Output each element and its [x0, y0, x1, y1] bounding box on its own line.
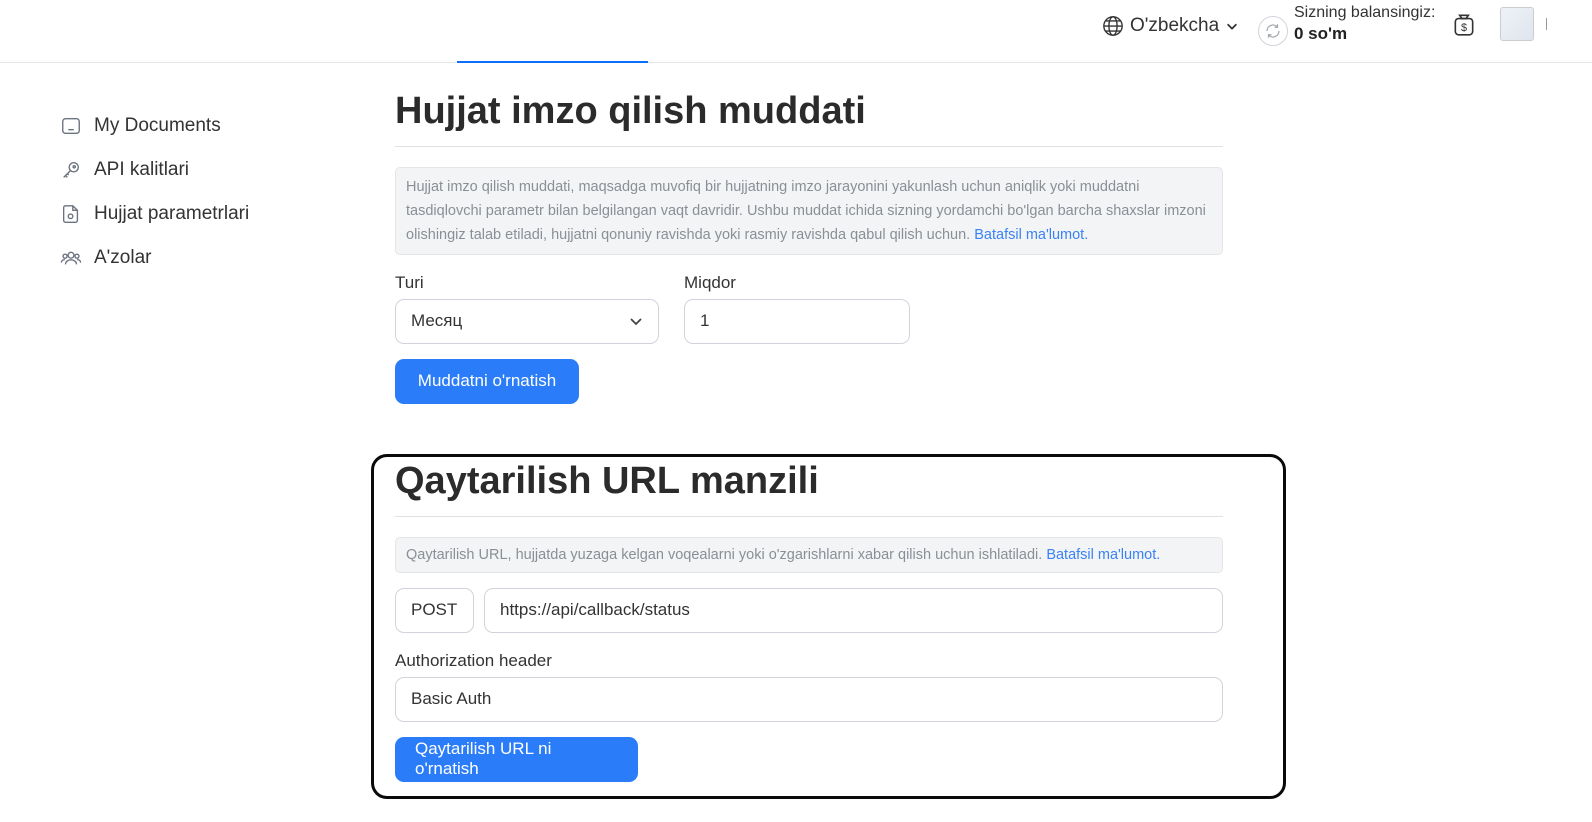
sidebar: My Documents API kalitlari Hujjat parame… [60, 104, 320, 280]
sidebar-item-label: A'zolar [94, 247, 152, 268]
balance-label: Sizning balansingiz: [1294, 4, 1436, 21]
sidebar-item-label: My Documents [94, 115, 221, 136]
deadline-more-info-link[interactable]: Batafsil ma'lumot. [974, 227, 1088, 243]
wallet-icon[interactable]: $ [1451, 12, 1477, 38]
sidebar-item-label: API kalitlari [94, 159, 190, 180]
amount-label: Miqdor [684, 272, 736, 292]
set-deadline-button[interactable]: Muddatni o'rnatish [395, 358, 579, 404]
top-navbar: O'zbekcha Sizning balansingiz: 0 so'm $ [0, 0, 1592, 63]
auth-header-label: Authorization header [395, 650, 552, 670]
type-field: Turi Месяц [395, 273, 659, 344]
language-label: O'zbekcha [1130, 15, 1220, 36]
amount-field: Miqdor 1 [684, 273, 910, 344]
auth-header-input[interactable]: Basic Auth [395, 676, 1223, 722]
chevron-down-icon [630, 318, 642, 326]
callback-url-input[interactable]: https://api/callback/status [484, 587, 1223, 633]
refresh-balance-button[interactable] [1258, 16, 1288, 46]
sidebar-item-api-keys[interactable]: API kalitlari [60, 148, 320, 192]
language-selector[interactable]: O'zbekcha [1102, 12, 1239, 40]
globe-icon [1103, 16, 1123, 36]
key-icon [63, 161, 80, 178]
type-label: Turi [395, 272, 424, 292]
balance-display: Sizning balansingiz: 0 so'm [1294, 3, 1435, 45]
svg-text:$: $ [1461, 22, 1467, 34]
amount-input[interactable]: 1 [684, 298, 910, 344]
type-select[interactable]: Месяц [395, 298, 659, 344]
sidebar-item-my-documents[interactable]: My Documents [60, 104, 320, 148]
callback-more-info-link[interactable]: Batafsil ma'lumot. [1046, 547, 1160, 563]
divider [1546, 18, 1547, 30]
type-selected-value: Месяц [411, 311, 463, 331]
balance-value: 0 so'm [1294, 24, 1348, 44]
callback-url-section: Qaytarilish URL manzili Qaytarilish URL,… [395, 460, 1223, 782]
set-callback-url-button[interactable]: Qaytarilish URL ni o'rnatish [395, 736, 638, 782]
document-settings-icon [62, 205, 79, 223]
section-title: Qaytarilish URL manzili [395, 460, 1223, 517]
avatar[interactable] [1500, 7, 1534, 41]
chevron-down-icon [1227, 23, 1238, 30]
callback-info-text: Qaytarilish URL, hujjatda yuzaga kelgan … [406, 546, 1043, 563]
active-tab-indicator [457, 61, 648, 63]
document-icon [62, 117, 80, 135]
deadline-info-box: Hujjat imzo qilish muddati, maqsadga muv… [395, 166, 1223, 255]
page-title: Hujjat imzo qilish muddati [395, 90, 1223, 147]
sidebar-item-document-settings[interactable]: Hujjat parametrlari [60, 192, 320, 236]
users-icon [60, 251, 82, 265]
http-method-selector[interactable]: POST [395, 587, 474, 633]
signing-deadline-section: Hujjat imzo qilish muddati Hujjat imzo q… [395, 90, 1223, 404]
refresh-icon [1266, 24, 1280, 38]
sidebar-item-members[interactable]: A'zolar [60, 236, 320, 280]
callback-info-box: Qaytarilish URL, hujjatda yuzaga kelgan … [395, 536, 1223, 573]
sidebar-item-label: Hujjat parametrlari [94, 203, 250, 224]
